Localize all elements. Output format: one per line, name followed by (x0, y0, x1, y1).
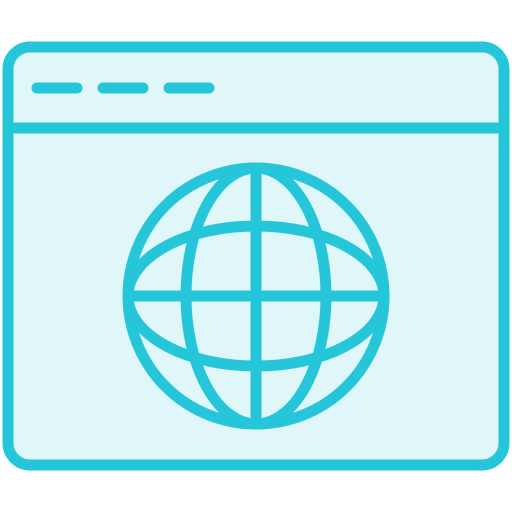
browser-window-icon (2, 41, 510, 471)
browser-globe-icon (0, 0, 512, 512)
globe-icon (122, 162, 390, 430)
